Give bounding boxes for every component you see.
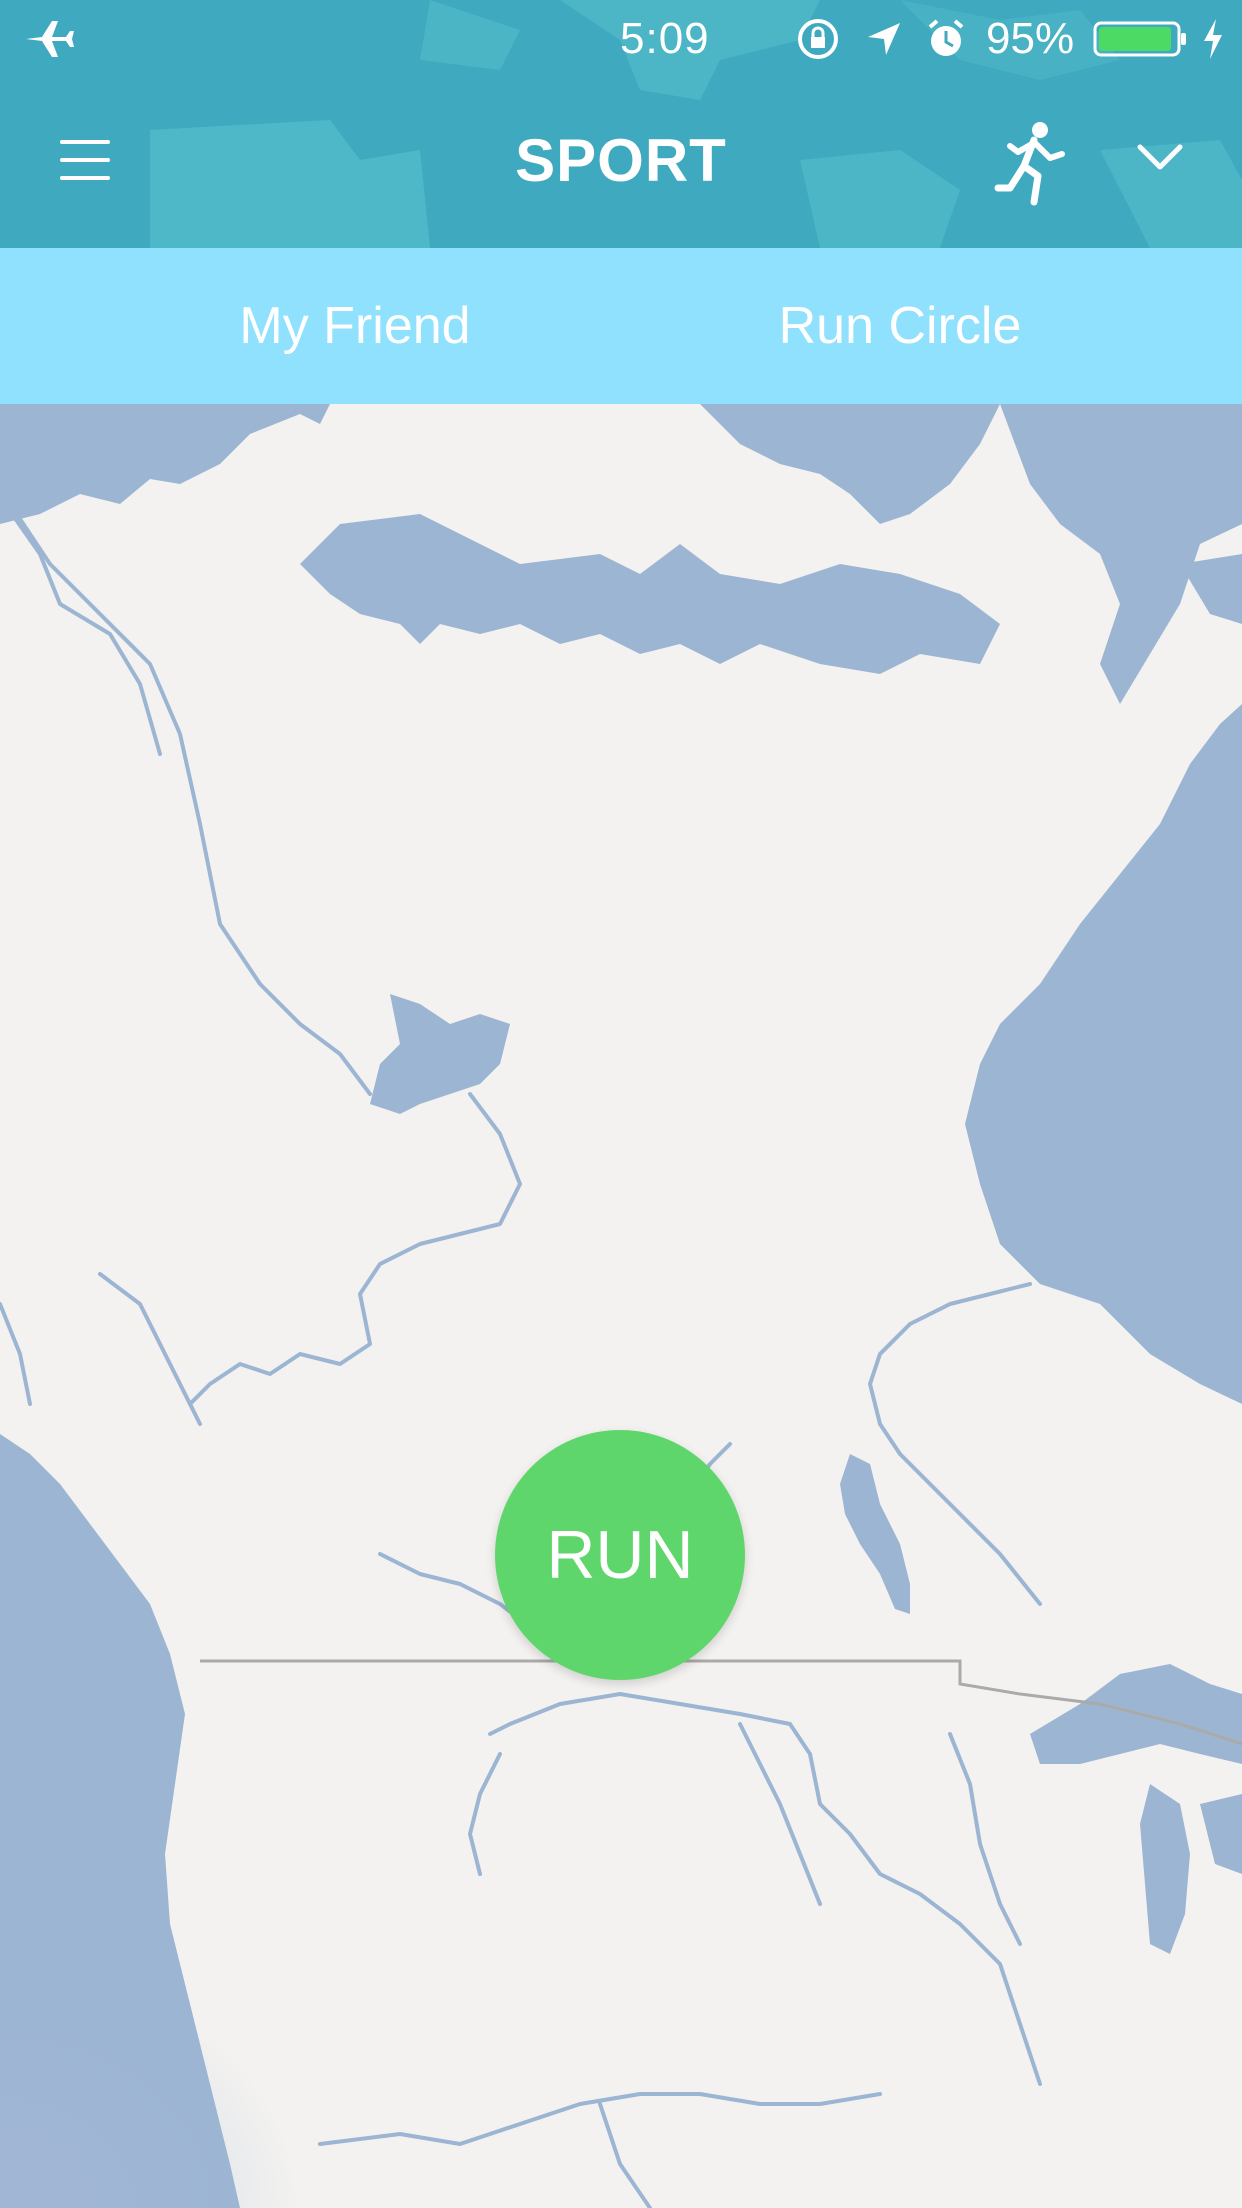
battery-percent: 95% bbox=[986, 14, 1075, 63]
status-time: 5:09 bbox=[620, 14, 710, 63]
status-bar: 5:09 95% bbox=[0, 0, 1242, 78]
map-graphic bbox=[0, 404, 1242, 2208]
runner-icon[interactable] bbox=[990, 118, 1070, 208]
tab-my-friend[interactable]: My Friend bbox=[170, 248, 540, 404]
location-arrow-icon bbox=[864, 14, 904, 64]
orientation-lock-icon bbox=[795, 14, 841, 64]
run-button[interactable]: RUN bbox=[495, 1430, 745, 1680]
map-view[interactable] bbox=[0, 404, 1242, 2208]
app-header: 5:09 95% SPORT bbox=[0, 0, 1242, 248]
airplane-icon bbox=[22, 14, 74, 64]
chevron-down-icon[interactable] bbox=[1130, 132, 1190, 182]
tab-bar: My Friend Run Circle bbox=[0, 248, 1242, 404]
charging-bolt-icon bbox=[1200, 14, 1226, 64]
battery-icon bbox=[1093, 14, 1189, 64]
alarm-icon bbox=[924, 14, 968, 64]
tab-run-circle[interactable]: Run Circle bbox=[720, 248, 1080, 404]
